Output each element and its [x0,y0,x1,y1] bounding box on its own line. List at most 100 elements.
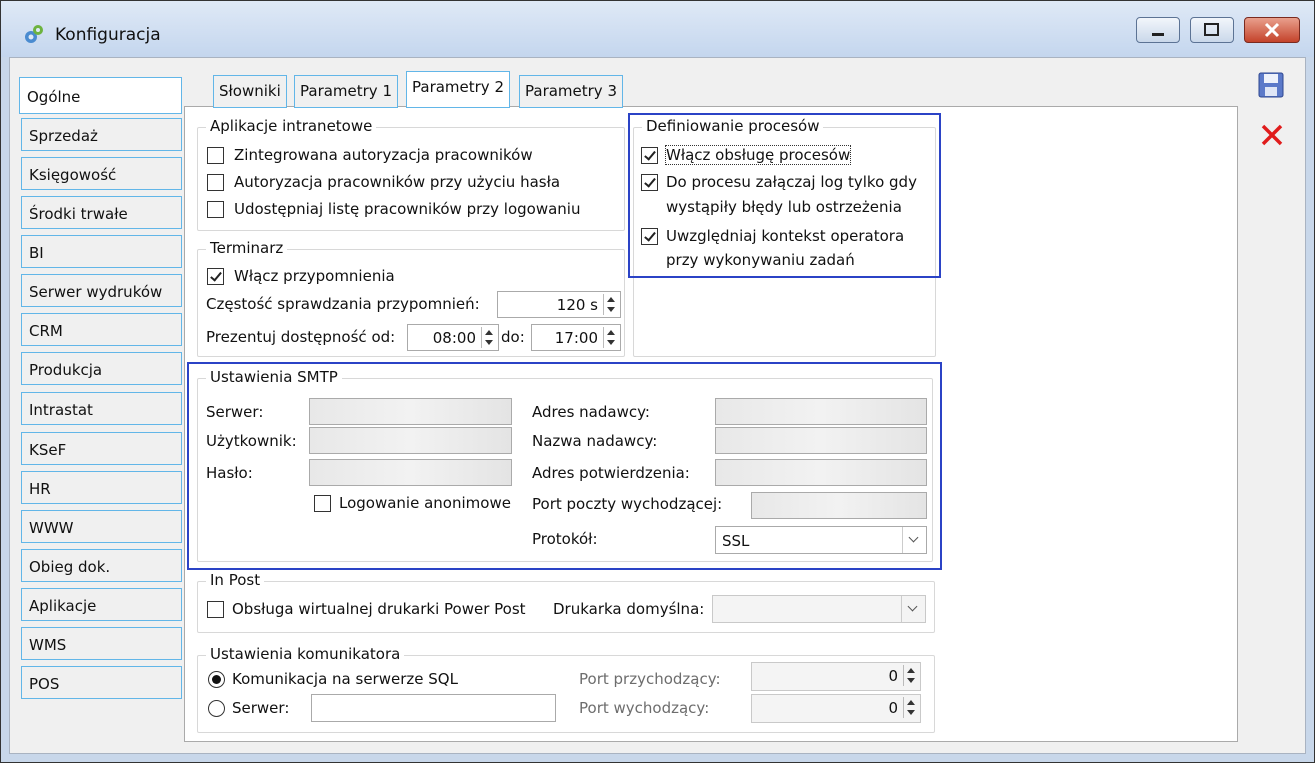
smtp-legend: Ustawienia SMTP [206,368,342,386]
chevron-down-icon[interactable] [902,527,926,553]
inpost-default-printer-select[interactable] [712,595,926,623]
availability-from-value: 08:00 [432,329,476,347]
nav-item-wms[interactable]: WMS [21,627,182,660]
smtp-user-input[interactable] [309,427,512,454]
save-icon[interactable] [1257,71,1285,99]
smtp-port-label: Port poczty wychodzącej: [532,495,723,513]
reminders-label: Włącz przypomnienia [234,267,395,285]
process-operator-context-checkbox[interactable] [641,228,658,245]
window-title: Konfiguracja [55,25,161,45]
smtp-anonymous-checkbox[interactable] [314,495,331,512]
maximize-button[interactable] [1190,17,1234,43]
process-enable-label: Włącz obsługę procesów [664,145,852,165]
smtp-server-input[interactable] [309,398,512,425]
nav-item-aplikacje[interactable]: Aplikacje [21,588,182,621]
nav-item-ksiegowosc[interactable]: Księgowość [21,157,182,190]
comm-legend: Ustawienia komunikatora [206,645,405,663]
chevron-down-icon[interactable] [901,596,925,622]
comm-port-in-value: 0 [888,667,898,685]
config-window: Konfiguracja Ogólne Sprzedaż Księgowość … [0,0,1315,763]
restore-icon [1204,23,1219,36]
smtp-confirm-address-input[interactable] [715,459,927,486]
smtp-confirm-address-label: Adres potwierdzenia: [532,464,690,482]
process-operator-context-label-2: przy wykonywaniu zadań [666,251,855,269]
terminarz-legend: Terminarz [206,239,288,257]
minimize-button[interactable] [1136,17,1180,43]
process-operator-context-label-1: Uwzględniaj kontekst operatora [666,227,905,245]
minimize-icon [1152,33,1164,36]
process-log-on-errors-label-1: Do procesu załączaj log tylko gdy [666,173,917,191]
smtp-protocol-select[interactable]: SSL [715,526,927,554]
comm-port-out-stepper[interactable]: 0 [751,694,921,723]
nav-item-crm[interactable]: CRM [21,313,182,346]
comm-sql-label: Komunikacja na serwerze SQL [232,670,458,688]
inpost-virtual-printer-checkbox[interactable] [207,601,224,618]
nav-item-serwer-wydrukow[interactable]: Serwer wydruków [21,274,182,307]
nav-item-sprzedaz[interactable]: Sprzedaż [21,118,182,151]
nav-item-srodki-trwale[interactable]: Środki trwałe [21,196,182,229]
comm-port-out-label: Port wychodzący: [579,699,710,717]
comm-sql-radio[interactable] [208,671,225,688]
tab-parametry-3[interactable]: Parametry 3 [519,75,623,108]
smtp-anonymous-label: Logowanie anonimowe [339,494,511,512]
smtp-password-input[interactable] [309,459,512,486]
smtp-user-label: Użytkownik: [206,432,297,450]
nav-item-pos[interactable]: POS [21,666,182,699]
availability-to-value: 17:00 [554,329,598,347]
tab-parametry-1[interactable]: Parametry 1 [294,75,398,108]
nav-item-ksef[interactable]: KSeF [21,432,182,465]
spinner-icon[interactable] [603,327,618,348]
tab-slowniki[interactable]: Słowniki [213,75,287,108]
smtp-server-label: Serwer: [206,403,264,421]
smtp-sender-name-label: Nazwa nadawcy: [532,432,658,450]
gears-icon [25,25,43,43]
title-bar[interactable]: Konfiguracja [1,1,1314,57]
comm-server-label: Serwer: [232,699,290,717]
smtp-port-input[interactable] [751,492,927,519]
intranet-integrated-auth-checkbox[interactable] [207,147,224,164]
comm-server-radio[interactable] [208,700,225,717]
spinner-icon[interactable] [603,294,618,315]
delete-icon[interactable] [1259,122,1285,148]
spinner-icon[interactable] [903,665,918,686]
intranet-password-auth-checkbox[interactable] [207,174,224,191]
comm-port-out-value: 0 [888,699,898,717]
comm-server-input[interactable] [311,694,556,722]
availability-from-stepper[interactable]: 08:00 [407,324,499,351]
intranet-share-list-checkbox[interactable] [207,201,224,218]
smtp-sender-name-input[interactable] [715,427,927,454]
reminders-checkbox[interactable] [207,268,224,285]
nav-item-obieg-dok[interactable]: Obieg dok. [21,549,182,582]
tab-parametry-2[interactable]: Parametry 2 [406,71,510,108]
smtp-protocol-label: Protokół: [532,530,598,548]
nav-item-hr[interactable]: HR [21,471,182,504]
nav-item-www[interactable]: WWW [21,510,182,543]
reminder-frequency-stepper[interactable]: 120 s [497,291,621,318]
close-icon [1264,22,1280,38]
comm-port-in-label: Port przychodzący: [579,670,721,688]
intranet-legend: Aplikacje intranetowe [206,117,377,135]
process-log-on-errors-checkbox[interactable] [641,174,658,191]
nav-item-intrastat[interactable]: Intrastat [21,392,182,425]
smtp-sender-address-label: Adres nadawcy: [532,403,650,421]
inpost-virtual-printer-label: Obsługa wirtualnej drukarki Power Post [232,600,526,618]
close-button[interactable] [1244,17,1300,43]
process-log-on-errors-label-2: wystąpiły błędy lub ostrzeżenia [666,198,902,216]
intranet-share-list-label: Udostępniaj listę pracowników przy logow… [234,200,581,218]
spinner-icon[interactable] [481,327,496,348]
availability-from-label: Prezentuj dostępność od: [206,328,396,346]
comm-port-in-stepper[interactable]: 0 [751,662,921,691]
availability-to-label: do: [501,328,525,346]
smtp-sender-address-input[interactable] [715,398,927,425]
nav-item-produkcja[interactable]: Produkcja [21,352,182,385]
inpost-default-printer-label: Drukarka domyślna: [553,600,705,618]
process-enable-checkbox[interactable] [641,147,658,164]
nav-item-ogolne[interactable]: Ogólne [19,77,182,114]
spinner-icon[interactable] [903,697,918,718]
intranet-password-auth-label: Autoryzacja pracowników przy użyciu hasł… [234,173,561,191]
smtp-password-label: Hasło: [206,464,253,482]
inpost-legend: In Post [206,571,265,589]
reminder-frequency-value: 120 s [556,296,598,314]
availability-to-stepper[interactable]: 17:00 [531,324,621,351]
nav-item-bi[interactable]: BI [21,235,182,268]
